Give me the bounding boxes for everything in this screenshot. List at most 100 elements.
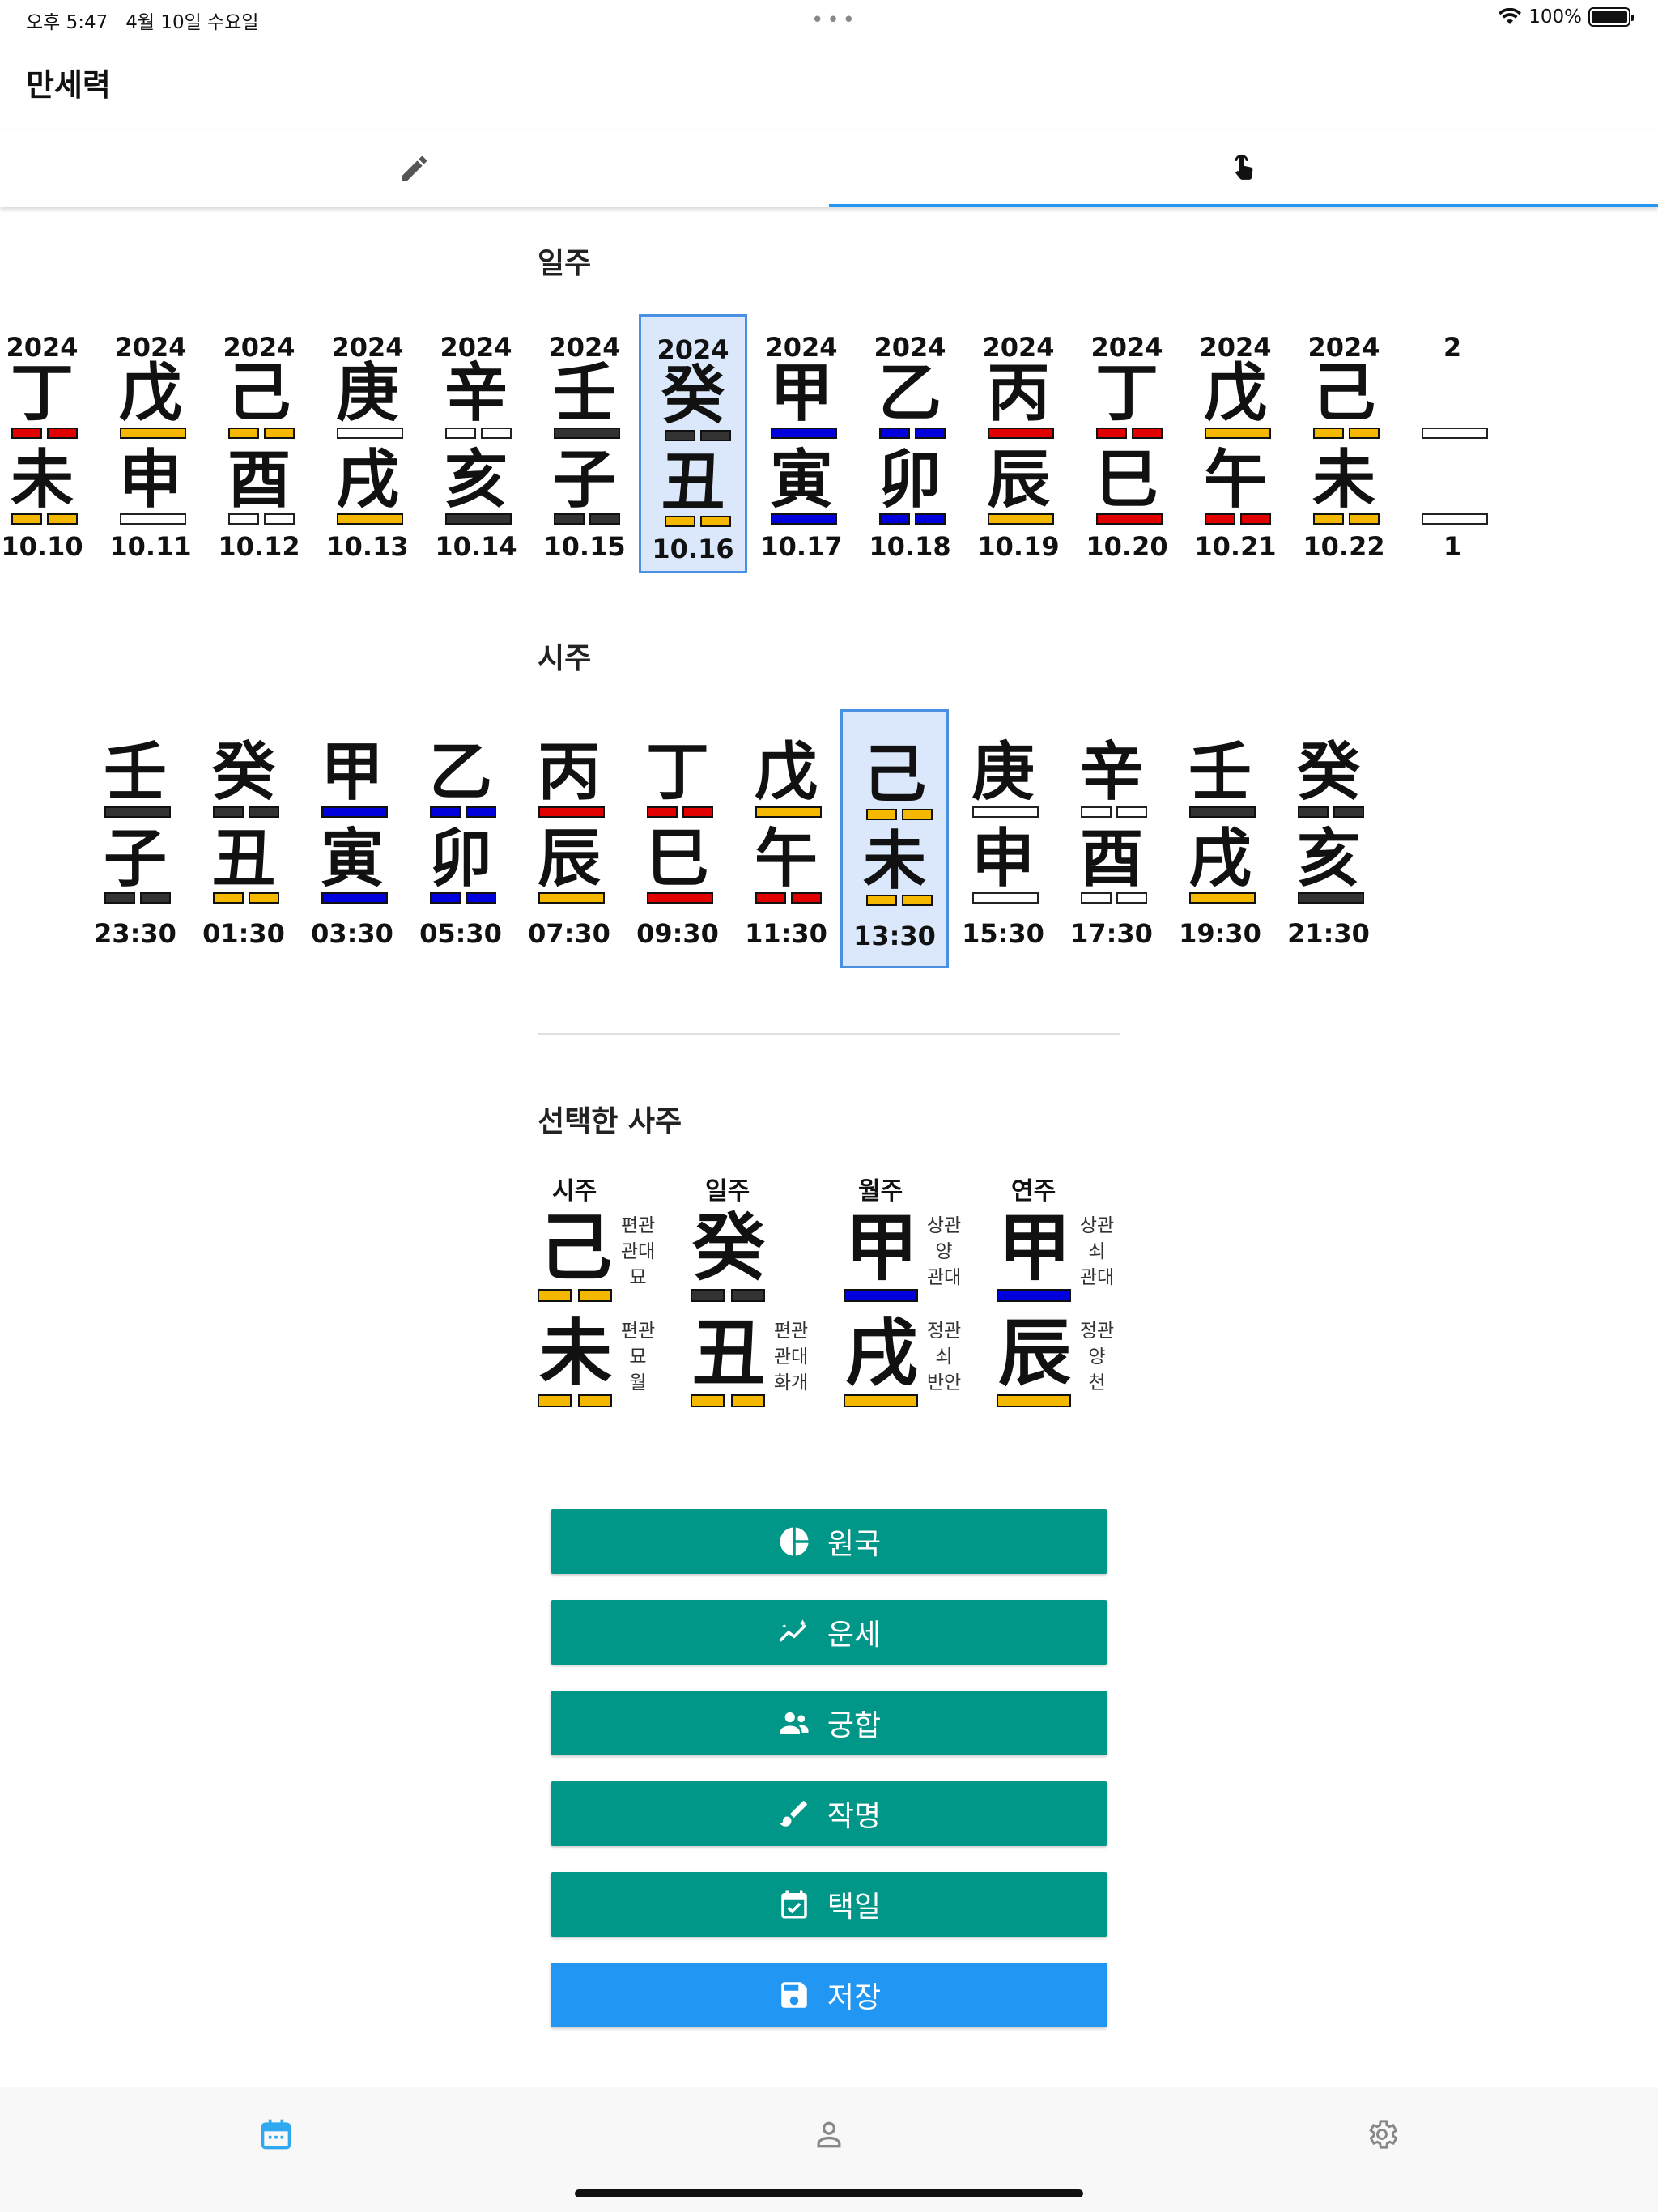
- pillar-time: 17:30: [1070, 918, 1153, 949]
- hour-pillar[interactable]: 庚申 15:30: [949, 709, 1057, 968]
- earthly-branch: 辰: [998, 1311, 1071, 1396]
- trend-icon: [779, 1619, 807, 1642]
- day-pillar[interactable]: 2024 甲寅 10.17: [747, 314, 856, 573]
- compatibility-label: 궁합: [827, 1709, 882, 1742]
- element-color-bar: [1189, 892, 1256, 904]
- fortune-button[interactable]: 운세: [551, 1600, 1107, 1665]
- earthly-branch: 戌: [335, 444, 399, 517]
- info-line: 관대: [620, 1241, 656, 1262]
- info-line: 양: [935, 1241, 953, 1262]
- day-pillar[interactable]: 2024 庚戌 10.13: [313, 314, 422, 573]
- multitask-dots-icon[interactable]: •••: [811, 8, 858, 32]
- day-pillar[interactable]: 2024 己未 10.22: [1290, 314, 1398, 573]
- day-pillar[interactable]: 2024 壬子 10.15: [530, 314, 639, 573]
- earthly-branch: 酉: [227, 444, 291, 517]
- element-color-bar: [337, 428, 403, 439]
- day-pillar[interactable]: 2024 丁未 10.10: [0, 314, 96, 573]
- earthly-branch: 巳: [1095, 444, 1158, 517]
- branch-info: 편관 관대 화개: [767, 1318, 815, 1396]
- heavenly-stem: 戊: [754, 736, 818, 809]
- element-color-bar: [538, 806, 605, 818]
- wonguk-button[interactable]: 원국: [551, 1509, 1107, 1574]
- earthly-branch: 寅: [769, 444, 833, 517]
- hour-pillar[interactable]: 丙辰 07:30: [515, 709, 623, 968]
- day-pillar[interactable]: 2024 戊申 10.11: [96, 314, 205, 573]
- day-pillar[interactable]: 21: [1398, 314, 1507, 573]
- hour-pillar[interactable]: 癸丑 01:30: [189, 709, 298, 968]
- element-color-bar: [997, 1289, 1071, 1302]
- element-color-bar: [228, 428, 295, 439]
- info-line: 천: [1088, 1372, 1106, 1393]
- date-selection-button[interactable]: 택일: [551, 1872, 1107, 1937]
- pencil-icon: [402, 155, 427, 181]
- nav-calendar[interactable]: [0, 2087, 553, 2212]
- nav-settings[interactable]: [1105, 2087, 1658, 2212]
- saju-column-label: 시주: [552, 1177, 597, 1206]
- element-color-bar: [771, 513, 837, 525]
- hour-pillar[interactable]: 壬子 23:30: [81, 709, 189, 968]
- home-indicator[interactable]: [575, 2189, 1083, 2197]
- naming-button[interactable]: 작명: [551, 1781, 1107, 1846]
- tab-touch-select[interactable]: [829, 130, 1658, 207]
- element-color-bar: [866, 809, 933, 820]
- hour-pillar[interactable]: 辛酉 17:30: [1057, 709, 1166, 968]
- pie-chart-icon: [780, 1527, 809, 1556]
- people-icon: [780, 1712, 809, 1734]
- earthly-branch: 申: [118, 444, 182, 517]
- element-color-bar: [1189, 806, 1256, 818]
- hour-pillar[interactable]: 己未 13:30: [840, 709, 949, 968]
- day-pillar[interactable]: 2024 丙辰 10.19: [964, 314, 1073, 573]
- day-pillar[interactable]: 2024 辛亥 10.14: [422, 314, 530, 573]
- pillar-time: 11:30: [745, 918, 827, 949]
- day-pillar[interactable]: 2024 戊午 10.21: [1181, 314, 1290, 573]
- info-line: 상관: [1079, 1215, 1115, 1236]
- pillar-time: 05:30: [419, 918, 502, 949]
- day-pillar-strip[interactable]: 2024 丁未 10.10 2024 戊申 10.11 2024 己酉 10.12 2024 庚戌 1…: [0, 314, 1507, 573]
- day-pillar[interactable]: 2024 乙卯 10.18: [856, 314, 964, 573]
- heavenly-stem: 戊: [1203, 357, 1267, 430]
- date-selection-label: 택일: [827, 1891, 882, 1924]
- earthly-branch: 亥: [1296, 823, 1360, 895]
- earthly-branch: 子: [552, 444, 616, 517]
- element-color-bar: [988, 428, 1054, 439]
- info-line: 편관: [773, 1321, 809, 1342]
- element-color-bar: [665, 430, 731, 441]
- info-line: 편관: [620, 1321, 656, 1342]
- save-button[interactable]: 저장: [551, 1963, 1107, 2027]
- element-color-bar: [844, 1289, 918, 1302]
- pillar-date: 10.14: [435, 531, 517, 562]
- day-pillar[interactable]: 2024 癸丑 10.16: [639, 314, 747, 573]
- wifi-icon: [1499, 8, 1522, 24]
- element-color-bar: [691, 1289, 765, 1302]
- selected-saju-title: 선택한 사주: [538, 1105, 682, 1138]
- hour-pillar-strip[interactable]: 壬子 23:30 癸丑 01:30 甲寅 03:30 乙卯 05:30 丙辰 07:30 丁巳 09:…: [81, 709, 1383, 968]
- pillar-time: 21:30: [1287, 918, 1370, 949]
- hour-pillar[interactable]: 戊午 11:30: [732, 709, 840, 968]
- heavenly-stem: 乙: [878, 357, 942, 430]
- hour-pillar[interactable]: 丁巳 09:30: [623, 709, 732, 968]
- day-pillar[interactable]: 2024 己酉 10.12: [205, 314, 313, 573]
- app-title: 만세력: [26, 67, 111, 103]
- saju-column: 시주 己 편관 관대 묘 未 편관 묘 월: [538, 1171, 683, 1414]
- element-color-bar: [1422, 428, 1488, 439]
- element-color-bar: [1298, 806, 1364, 818]
- hour-pillar[interactable]: 壬戌 19:30: [1166, 709, 1274, 968]
- element-color-bar: [213, 806, 279, 818]
- info-line: 월: [629, 1372, 647, 1393]
- hour-pillar[interactable]: 乙卯 05:30: [406, 709, 515, 968]
- tab-manual-input[interactable]: [0, 130, 829, 207]
- element-color-bar: [997, 1394, 1071, 1407]
- status-right: 100%: [1498, 6, 1634, 28]
- heavenly-stem: 己: [539, 1206, 612, 1291]
- compatibility-button[interactable]: 궁합: [551, 1691, 1107, 1755]
- element-color-bar: [1313, 428, 1380, 439]
- element-color-bar: [554, 428, 620, 439]
- saju-column-label: 연주: [1011, 1177, 1056, 1206]
- hour-pillar[interactable]: 癸亥 21:30: [1274, 709, 1383, 968]
- element-color-bar: [1205, 428, 1271, 439]
- element-color-bar: [844, 1394, 918, 1407]
- earthly-branch: 未: [10, 444, 74, 517]
- hour-pillar[interactable]: 甲寅 03:30: [298, 709, 406, 968]
- stem-info: 편관 관대 묘: [614, 1213, 662, 1291]
- day-pillar[interactable]: 2024 丁巳 10.20: [1073, 314, 1181, 573]
